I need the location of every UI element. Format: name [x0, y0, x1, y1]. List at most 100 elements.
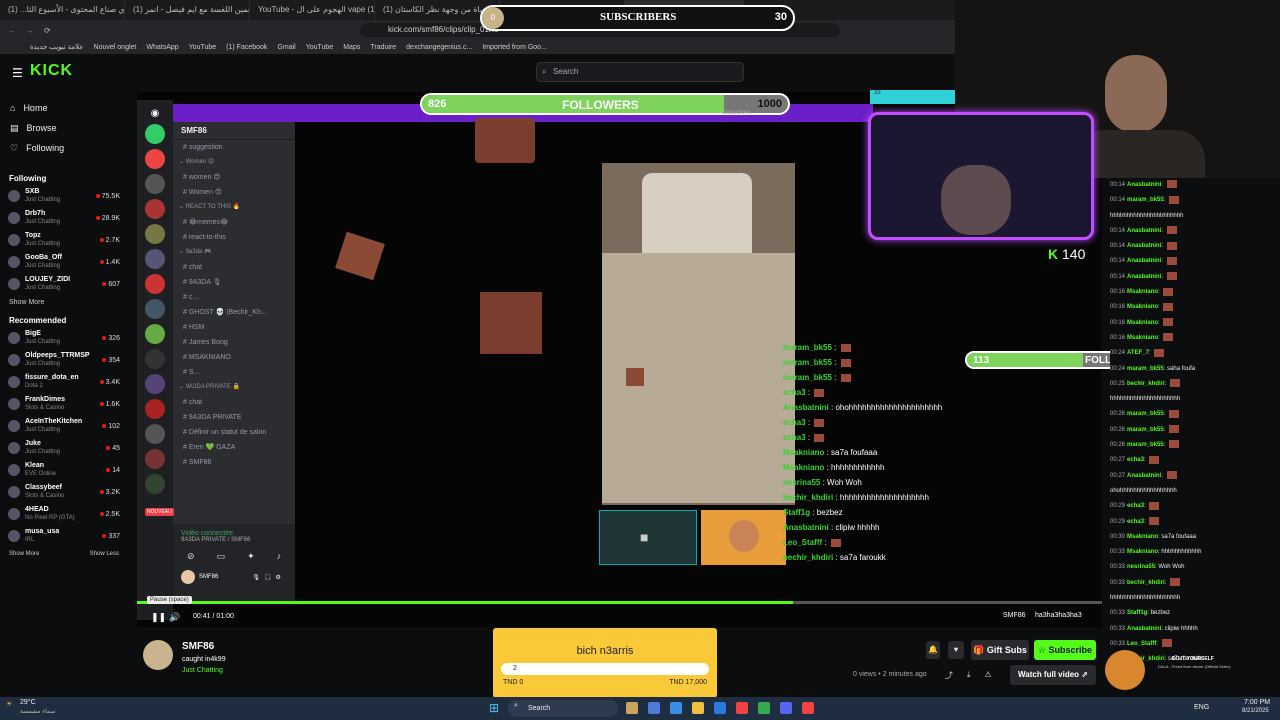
discord-channel[interactable]: # 😂memes😂	[173, 215, 295, 230]
taskbar-app-icon[interactable]	[758, 702, 770, 714]
discord-channel[interactable]: # 9A3DA 🎙	[173, 275, 295, 290]
show-more-button[interactable]: Show More	[0, 299, 128, 306]
gear-icon[interactable]: ⚙	[275, 574, 280, 581]
chat-username[interactable]: maram_bk55	[1127, 197, 1164, 203]
taskbar-app-icon[interactable]	[736, 702, 748, 714]
taskbar-app-icon[interactable]	[670, 702, 682, 714]
discord-channel[interactable]: # James Bong	[173, 335, 295, 350]
discord-channel[interactable]: # chat	[173, 260, 295, 275]
browser-tab[interactable]: دوري صناع المحتوى - الأسبوع الثا... (1)	[0, 0, 125, 20]
discord-server-icon[interactable]	[145, 174, 165, 194]
chat-username[interactable]: Anasbatnini	[1127, 626, 1161, 632]
channel-item[interactable]: Klean EVE Online 14	[0, 459, 128, 481]
discord-server-icon[interactable]	[145, 474, 165, 494]
camera-off-icon[interactable]: ⊘	[187, 551, 195, 562]
discord-channel[interactable]: # SMF86	[173, 455, 295, 470]
taskbar-app-icon[interactable]	[626, 702, 638, 714]
taskbar-search[interactable]: Search	[508, 700, 618, 717]
channel-item[interactable]: musa_usa IRL 337	[0, 525, 128, 547]
language-indicator[interactable]: ENG	[1194, 704, 1209, 711]
discord-server-icon[interactable]	[145, 249, 165, 269]
report-icon[interactable]: ⚠	[985, 670, 992, 681]
chat-username[interactable]: maram_bk55	[1127, 411, 1164, 417]
channel-item[interactable]: FrankDimes Slots & Casino 1.6K	[0, 393, 128, 415]
chat-username[interactable]: ATEF_7	[1127, 350, 1149, 356]
discord-channel[interactable]: # MSAKNIANO	[173, 350, 295, 365]
discord-server-icon[interactable]	[145, 349, 165, 369]
bookmark-item[interactable]: dexchangegenius.c...	[406, 44, 472, 51]
kick-logo[interactable]: KICK	[30, 62, 73, 80]
heart-icon[interactable]: ♥	[948, 641, 964, 659]
discord-channel[interactable]: # HSM	[173, 320, 295, 335]
chat-username[interactable]: Leo_Stafff	[1127, 641, 1156, 647]
discord-category[interactable]: ⌄ REACT TO THIS 🔥	[173, 200, 295, 215]
browser-tab[interactable]: YouTube - الهجوم على ال vape (1)	[250, 0, 375, 20]
taskbar-app-icon[interactable]	[802, 702, 814, 714]
discord-category[interactable]: ⌄ 9A3DA PRIVATE 🔒	[173, 380, 295, 395]
discord-server-icon[interactable]	[145, 149, 165, 169]
channel-item[interactable]: SXB Just Chatting 75.5K	[0, 185, 128, 207]
clip-category[interactable]: Just Chatting	[182, 667, 223, 674]
channel-item[interactable]: fissure_dota_en Dota 2 3.4K	[0, 371, 128, 393]
soundboard-icon[interactable]: ♪	[277, 551, 282, 562]
chat-username[interactable]: Anasbatnini	[1127, 182, 1161, 188]
discord-server-icon[interactable]	[145, 224, 165, 244]
discord-channel[interactable]: # women 😍	[173, 170, 295, 185]
search-input[interactable]: ⌕ Search	[536, 62, 744, 82]
chat-username[interactable]: echa3	[1127, 457, 1144, 463]
channel-item[interactable]: GooBa_Off Just Chatting 1.4K	[0, 251, 128, 273]
channel-item[interactable]: Juke Just Chatting 45	[0, 437, 128, 459]
chat-username[interactable]: Msakniano	[1127, 289, 1158, 295]
chat-username[interactable]: Anasbatnini	[1127, 243, 1161, 249]
show-less-button[interactable]: Show Less	[90, 551, 119, 557]
discord-channel[interactable]: # c...	[173, 290, 295, 305]
channel-item[interactable]: Oldpeeps_TTRMSP Just Chatting 354	[0, 349, 128, 371]
chat-username[interactable]: maram_bk55	[1127, 427, 1164, 433]
screen-share-icon[interactable]: ▭	[217, 551, 226, 562]
channel-item[interactable]: BigE Just Chatting 326	[0, 327, 128, 349]
channel-item[interactable]: AceInTheKitchen Just Chatting 102	[0, 415, 128, 437]
discord-channel[interactable]: # GHOST 💀 (Bechir_Kh...	[173, 305, 295, 320]
chat-username[interactable]: Msakniano	[1127, 304, 1158, 310]
chat-username[interactable]: echa3	[1127, 519, 1144, 525]
bell-icon[interactable]: 🔔	[926, 641, 940, 659]
taskbar-app-icon[interactable]	[648, 702, 660, 714]
subscribe-button[interactable]: ☆ Subscribe	[1034, 640, 1096, 660]
discord-channel[interactable]: # chat	[173, 395, 295, 410]
chat-username[interactable]: Msakniano	[1127, 335, 1158, 341]
discord-server-icon[interactable]	[145, 424, 165, 444]
chat-username[interactable]: Msakniano	[1127, 320, 1158, 326]
discord-server-name[interactable]: SMF86	[173, 122, 295, 140]
taskbar-app-icon[interactable]	[692, 702, 704, 714]
discord-server-icon[interactable]	[145, 124, 165, 144]
activity-icon[interactable]: ✦	[247, 551, 255, 562]
headset-icon[interactable]: 🎧	[264, 574, 271, 581]
discord-channel[interactable]: # 9A3DA PRIVATE	[173, 410, 295, 425]
discord-channel[interactable]: # Définir un statut de salon	[173, 425, 295, 440]
chat-username[interactable]: echa3	[1127, 503, 1144, 509]
chat-username[interactable]: Msakniano	[1127, 549, 1158, 555]
menu-icon[interactable]: ☰	[12, 66, 23, 80]
bookmark-item[interactable]: Gmail	[277, 44, 295, 51]
channel-avatar[interactable]	[143, 640, 173, 670]
nav-item-home[interactable]: ⌂ Home	[0, 98, 128, 118]
mic-icon[interactable]: 🎙	[252, 574, 260, 581]
download-icon[interactable]: ⤓	[967, 670, 971, 681]
forward-icon[interactable]: →	[26, 26, 34, 35]
discord-server-icon[interactable]	[145, 449, 165, 469]
channel-item[interactable]: 4HEAD No Pixel RP (GTA) 2.5K	[0, 503, 128, 525]
nav-item-browse[interactable]: ▤ Browse	[0, 118, 128, 138]
bookmark-item[interactable]: Nouvel onglet	[94, 44, 137, 51]
discord-channel[interactable]: # Eren 💚 GAZA	[173, 440, 295, 455]
volume-icon[interactable]: 🔊	[169, 612, 180, 623]
bookmark-item[interactable]: Traduire	[370, 44, 396, 51]
reload-icon[interactable]: ⟳	[44, 26, 51, 35]
chat-username[interactable]: Anasbatnini	[1127, 473, 1161, 479]
bookmark-item[interactable]: Maps	[343, 44, 360, 51]
chat-username[interactable]: maram_bk55	[1127, 442, 1164, 448]
chat-username[interactable]: bechir_khdiri	[1127, 580, 1165, 586]
chat-username[interactable]: Anasbatnini	[1127, 228, 1161, 234]
bookmark-item[interactable]: WhatsApp	[146, 44, 178, 51]
discord-server-icon[interactable]	[145, 274, 165, 294]
discord-channel[interactable]: # suggestion	[173, 140, 295, 155]
